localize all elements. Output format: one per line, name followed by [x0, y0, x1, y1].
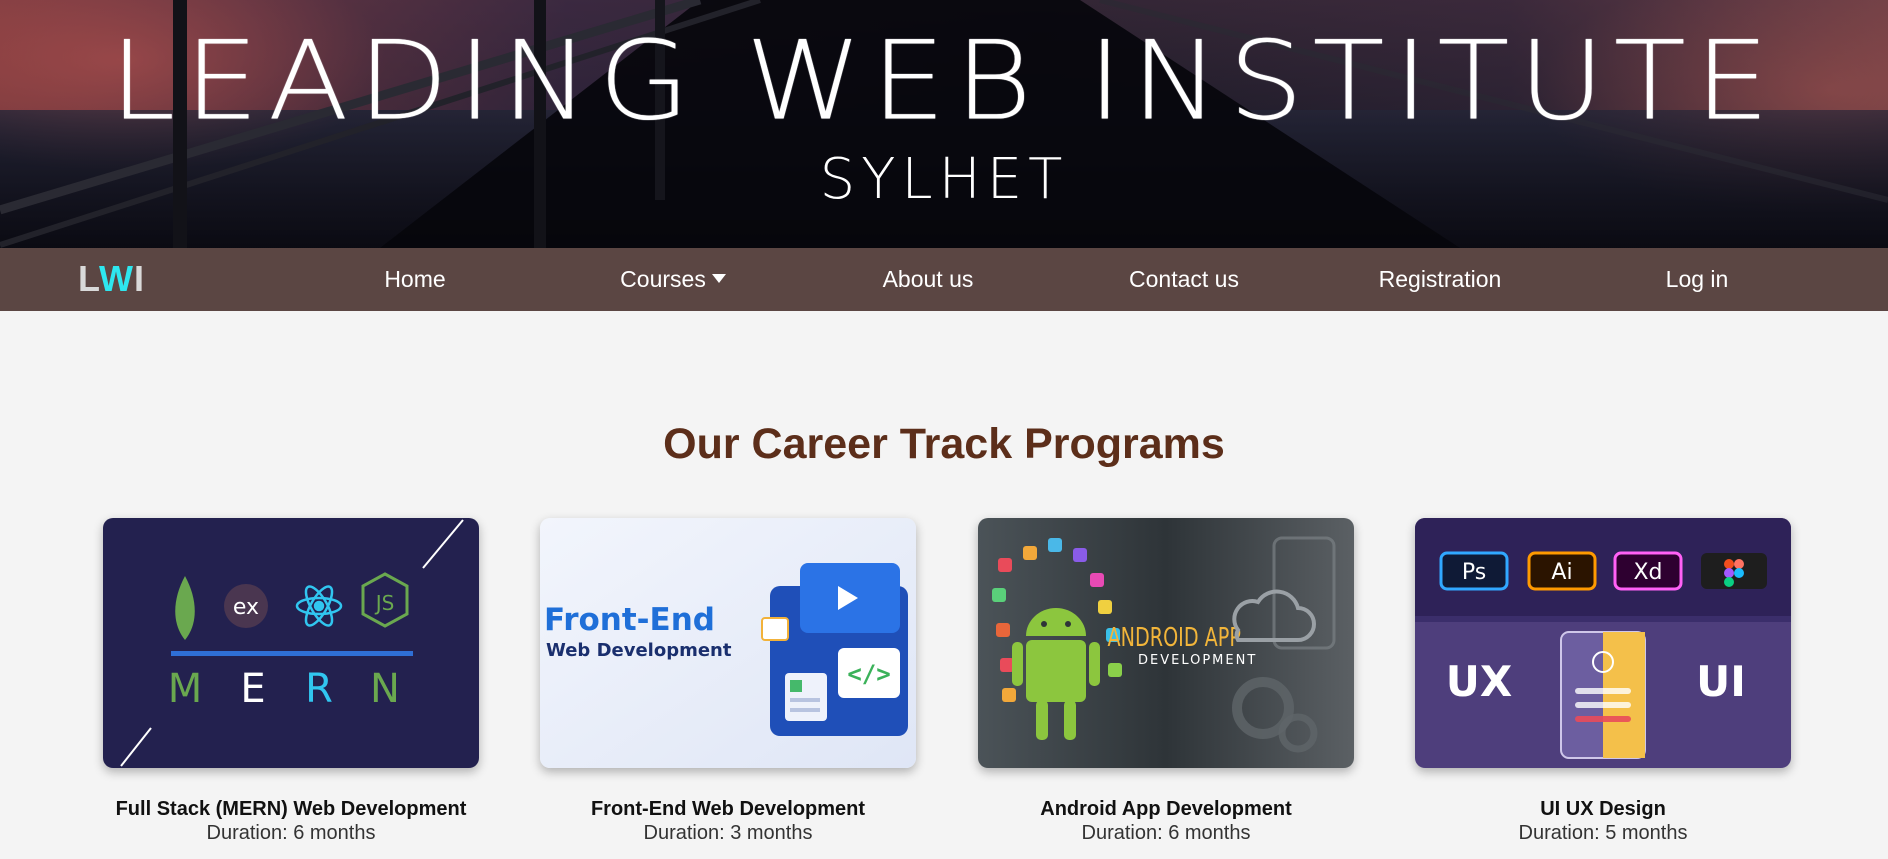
android-image-title: ANDROID APP [1108, 622, 1241, 653]
nav-home[interactable]: Home [330, 248, 500, 311]
image-icon [761, 617, 789, 641]
illustrator-icon-label: Ai [1551, 560, 1572, 585]
course-duration: Duration: 3 months [643, 822, 813, 844]
mern-divider [171, 651, 413, 656]
hero-banner: LEADING WEB INSTITUTE SYLHET [0, 0, 1888, 248]
course-image-mern: ex JS M E R N [103, 518, 479, 768]
hero-title: LEADING WEB INSTITUTE [109, 17, 1779, 145]
nav-contact-label: Contact us [1129, 266, 1239, 292]
frontend-image-title: Front-End [544, 602, 715, 638]
nav-courses-dropdown[interactable]: Courses [588, 248, 758, 311]
course-title[interactable]: Full Stack (MERN) Web Development [81, 797, 501, 821]
letter-m: M [168, 666, 203, 712]
nav-login-label: Log in [1665, 266, 1729, 292]
letter-r: R [305, 666, 333, 712]
photoshop-icon-label: Ps [1462, 560, 1486, 585]
course-title[interactable]: Front-End Web Development [518, 797, 938, 821]
caret-down-icon [711, 274, 726, 284]
course-card-android[interactable]: ANDROID APP DEVELOPMENT [978, 518, 1354, 768]
nav-contact[interactable]: Contact us [1094, 248, 1274, 311]
section-title: Our Career Track Programs [663, 420, 1225, 468]
course-title[interactable]: UI UX Design [1393, 797, 1813, 821]
course-image-uiux: Ps Ai Xd UX UI [1415, 518, 1791, 768]
express-icon-label: ex [233, 595, 259, 620]
svg-text:</>: </> [847, 660, 890, 688]
course-duration: Duration: 6 months [1081, 822, 1251, 844]
xd-icon-label: Xd [1633, 560, 1662, 585]
android-image-subtitle: DEVELOPMENT [1138, 653, 1257, 668]
course-card-mern[interactable]: ex JS M E R N [103, 518, 479, 768]
course-image-android: ANDROID APP DEVELOPMENT [978, 518, 1354, 768]
course-duration: Duration: 6 months [206, 822, 376, 844]
nav-home-label: Home [384, 266, 446, 292]
course-image-frontend: Front-End Web Development </> [540, 518, 916, 768]
logo-letter-l: L [78, 258, 100, 299]
nav-courses-label: Courses [620, 266, 706, 292]
logo-letter-i: I [134, 258, 146, 299]
frontend-image-subtitle: Web Development [546, 640, 732, 661]
ux-label: UX [1446, 657, 1513, 706]
ui-label: UI [1696, 657, 1746, 706]
main-navbar: LWI Home Courses About us Contact us Reg… [0, 248, 1888, 311]
letter-n: N [370, 666, 400, 712]
figma-icon [1701, 553, 1767, 589]
nav-about-label: About us [882, 266, 974, 292]
hero-subtitle: SYLHET [819, 147, 1069, 212]
course-duration: Duration: 5 months [1518, 822, 1688, 844]
nav-registration-label: Registration [1378, 266, 1502, 292]
course-title[interactable]: Android App Development [956, 797, 1376, 821]
site-logo[interactable]: LWI [78, 261, 145, 297]
nav-login[interactable]: Log in [1612, 248, 1782, 311]
nav-registration[interactable]: Registration [1350, 248, 1530, 311]
course-card-uiux[interactable]: Ps Ai Xd UX UI [1415, 518, 1791, 768]
logo-letter-w: W [99, 258, 134, 299]
letter-e: E [240, 666, 265, 712]
nav-about[interactable]: About us [843, 248, 1013, 311]
course-card-frontend[interactable]: Front-End Web Development </> [540, 518, 916, 768]
nodejs-icon-label: JS [374, 591, 395, 615]
